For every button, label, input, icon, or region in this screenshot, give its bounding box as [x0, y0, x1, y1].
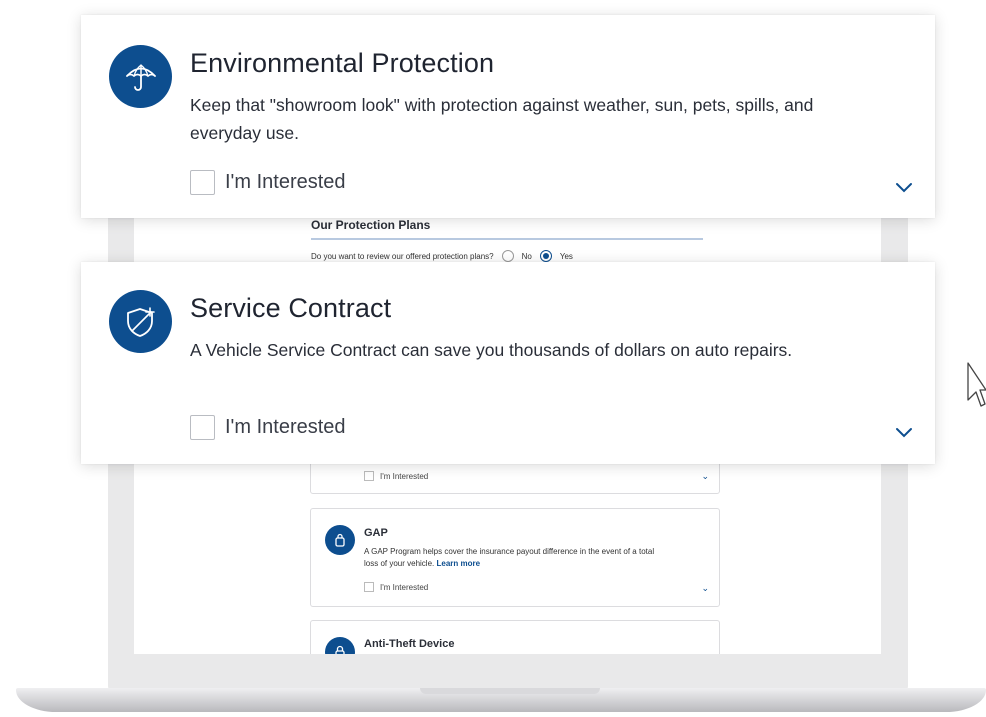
mini-card-gap: GAP A GAP Program helps cover the insura… [310, 508, 720, 607]
radio-yes-label: Yes [559, 251, 573, 261]
umbrella-icon [109, 45, 172, 108]
interest-checkbox-row[interactable]: I'm Interested [190, 415, 346, 440]
radio-no-label: No [521, 251, 532, 261]
chevron-down-icon[interactable]: ⌄ [701, 471, 709, 482]
learn-more-link[interactable]: Learn more [437, 559, 481, 568]
mini-interest-label: I'm Interested [380, 471, 429, 481]
card-description: A Vehicle Service Contract can save you … [190, 340, 793, 360]
padlock-icon [325, 637, 355, 654]
anti-theft-title: Anti-Theft Device [364, 638, 455, 650]
gap-description: A GAP Program helps cover the insurance … [364, 546, 664, 570]
shield-icon [109, 290, 172, 353]
question-text: Do you want to review our offered protec… [311, 251, 494, 261]
interest-checkbox[interactable] [190, 415, 215, 440]
interest-label: I'm Interested [225, 416, 346, 438]
protection-plans-heading: Our Protection Plans [311, 218, 703, 240]
card-description: Keep that "showroom look" with protectio… [190, 95, 814, 143]
card-title: Environmental Protection [190, 48, 495, 78]
gap-title: GAP [364, 527, 388, 539]
lock-icon [325, 525, 355, 555]
gap-interest-row[interactable]: I'm Interested [364, 582, 428, 592]
protection-plans-question: Do you want to review our offered protec… [311, 250, 573, 262]
radio-no[interactable] [501, 250, 514, 262]
mouse-cursor-icon [967, 362, 986, 407]
gap-interest-checkbox[interactable] [364, 582, 374, 592]
card-title: Service Contract [190, 293, 392, 323]
interest-checkbox-row[interactable]: I'm Interested [190, 170, 346, 195]
gap-description-text: A GAP Program helps cover the insurance … [364, 547, 655, 568]
chevron-down-icon[interactable] [895, 181, 913, 193]
gap-interest-label: I'm Interested [380, 582, 429, 592]
laptop-notch [420, 688, 600, 694]
chevron-down-icon[interactable] [895, 426, 913, 438]
interest-checkbox[interactable] [190, 170, 215, 195]
environmental-protection-card: Environmental Protection Keep that "show… [81, 15, 935, 218]
chevron-down-icon[interactable]: ⌄ [701, 583, 709, 594]
mini-interest-checkbox[interactable] [364, 471, 374, 481]
service-contract-card: Service Contract A Vehicle Service Contr… [81, 262, 935, 464]
interest-label: I'm Interested [225, 171, 346, 193]
radio-yes[interactable] [539, 250, 552, 262]
mini-interest-row[interactable]: I'm Interested [364, 471, 428, 481]
mini-card-anti-theft: Anti-Theft Device [310, 620, 720, 654]
